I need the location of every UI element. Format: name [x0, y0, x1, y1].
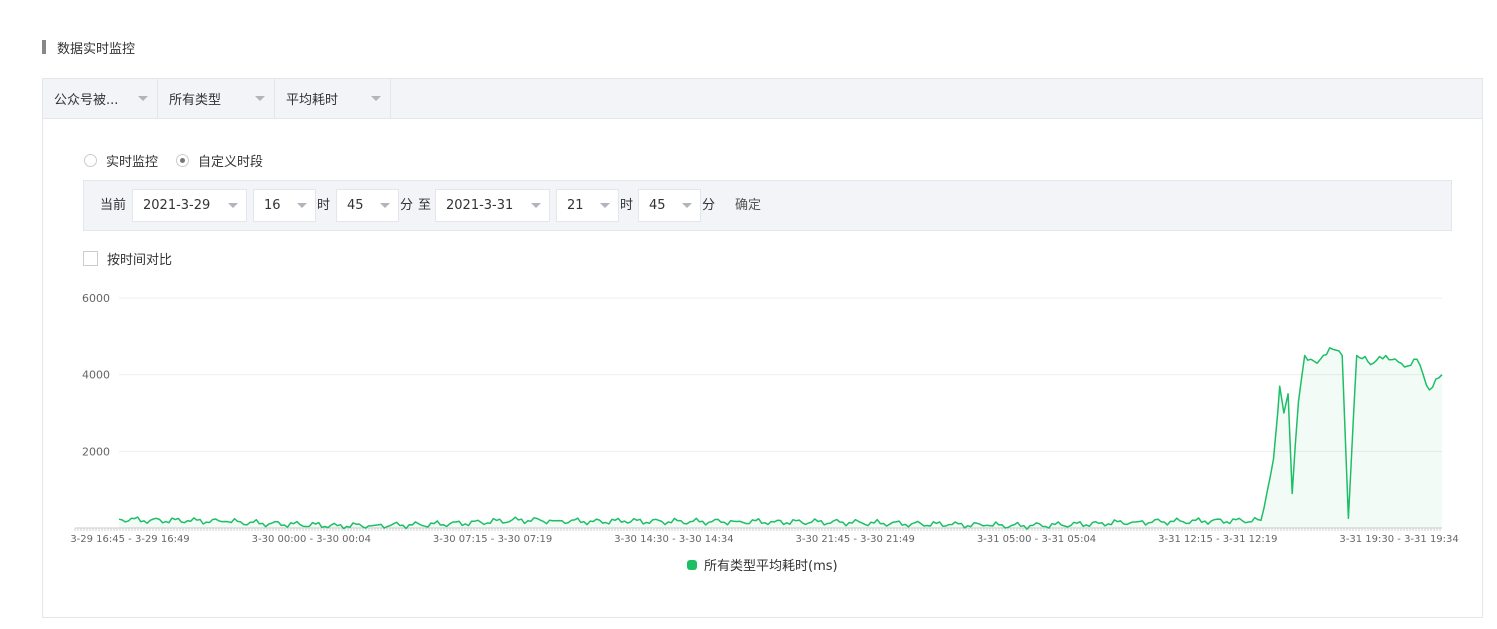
x-tick-label: 3-30 14:30 - 3-30 14:34 [614, 534, 733, 545]
latency-line-chart: 6000 4000 2000 3-29 16:45 - 3-29 16:49 3-30 … [70, 292, 1458, 545]
x-tick-label: 3-30 07:15 - 3-30 07:19 [433, 534, 552, 545]
x-tick-label: 3-29 16:45 - 3-29 16:49 [70, 534, 189, 545]
monitor-panel: 公众号被... 所有类型 平均耗时 实时监控 自定义时段 当前 2021-3-2… [42, 78, 1483, 618]
section-title: 数据实时监控 [42, 38, 136, 57]
chart-legend[interactable]: 所有类型平均耗时(ms) [687, 555, 838, 574]
y-tick-label: 6000 [82, 292, 110, 305]
legend-label: 所有类型平均耗时(ms) [704, 559, 838, 574]
title-accent-bar [42, 40, 46, 54]
x-tick-label: 3-31 12:15 - 3-31 12:19 [1158, 534, 1277, 545]
x-tick-label: 3-31 19:30 - 3-31 19:34 [1339, 534, 1458, 545]
section-title-text: 数据实时监控 [57, 41, 136, 57]
x-tick-label: 3-30 21:45 - 3-30 21:49 [796, 534, 915, 545]
y-tick-label: 2000 [82, 445, 110, 458]
x-tick-label: 3-30 00:00 - 3-30 00:04 [252, 534, 371, 545]
x-tick-label: 3-31 05:00 - 3-31 05:04 [977, 534, 1096, 545]
y-tick-label: 4000 [82, 369, 110, 382]
legend-color-dot [687, 559, 697, 570]
